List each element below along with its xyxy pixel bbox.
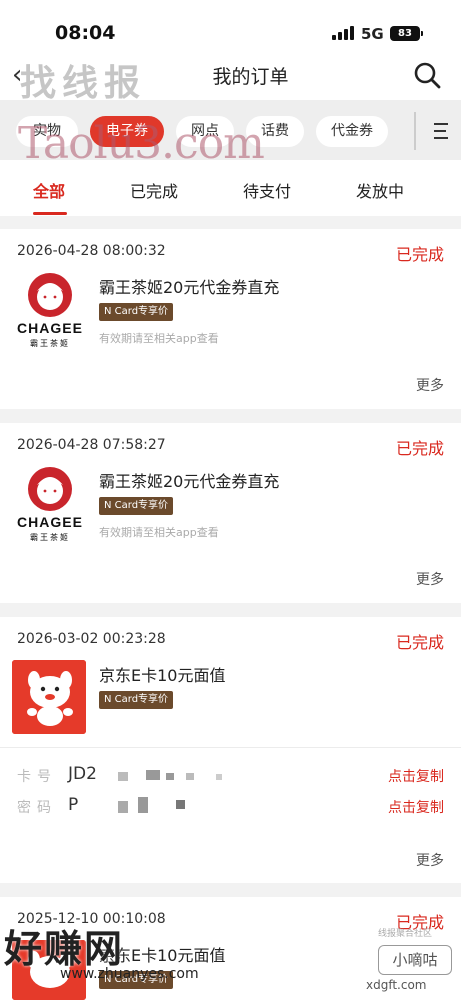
card-number-label: 卡号 bbox=[17, 769, 57, 785]
chagee-cn: 霸王茶姬 bbox=[30, 338, 70, 348]
redacted-block bbox=[186, 773, 194, 780]
nav-bar: 找线报 ‹ 我的订单 bbox=[0, 50, 461, 104]
page-title: 我的订单 bbox=[212, 66, 289, 88]
product-title: 霸王茶姬20元代金券直充 bbox=[99, 472, 280, 491]
price-badge: N Card专享价 bbox=[99, 497, 174, 515]
watermark-bottom-right-url: xdgft.com bbox=[366, 978, 427, 992]
tab-all[interactable]: 全部 bbox=[33, 178, 65, 202]
password-label: 密码 bbox=[17, 800, 57, 816]
order-status: 已完成 bbox=[395, 245, 444, 264]
chip-voucher[interactable]: 代金券 bbox=[316, 116, 388, 147]
chagee-wordmark: CHAGEE bbox=[17, 514, 83, 530]
copy-card-number-button[interactable]: 点击复制 bbox=[388, 766, 444, 786]
battery-icon: 83 bbox=[390, 26, 420, 41]
watermark-bottom-right-top: 线报聚合社区 bbox=[378, 929, 433, 939]
order-status: 已完成 bbox=[395, 633, 444, 652]
password-value: P bbox=[68, 795, 79, 815]
chagee-logo: CHAGEE 霸王茶姬 bbox=[17, 467, 83, 542]
redacted-block bbox=[118, 801, 128, 813]
more-link[interactable]: 更多 bbox=[416, 569, 444, 589]
chagee-cn: 霸王茶姬 bbox=[30, 532, 70, 542]
watermark-bottom-left-url: www.zhuanyes.com bbox=[60, 966, 199, 982]
tab-underline bbox=[33, 212, 67, 215]
product-title: 霸王茶姬20元代金券直充 bbox=[99, 278, 280, 297]
divider bbox=[0, 747, 461, 748]
redacted-block bbox=[176, 800, 185, 809]
status-time: 08:04 bbox=[55, 22, 116, 44]
more-link[interactable]: 更多 bbox=[416, 375, 444, 395]
watermark-bottom-right: 小嘀咕 bbox=[378, 945, 452, 975]
price-badge: N Card专享价 bbox=[99, 303, 174, 321]
redacted-block bbox=[216, 774, 222, 780]
order-card[interactable]: 2026-04-28 08:00:32 已完成 CHAGEE 霸王茶姬 霸王茶姬… bbox=[0, 229, 461, 409]
network-type: 5G bbox=[361, 25, 384, 43]
redacted-block bbox=[118, 772, 128, 781]
validity-note: 有效期请至相关app查看 bbox=[99, 526, 219, 539]
card-number-value: JD2 bbox=[68, 764, 97, 784]
menu-icon[interactable] bbox=[428, 122, 450, 140]
tab-pending-payment[interactable]: 待支付 bbox=[243, 178, 291, 202]
order-datetime: 2026-04-28 07:58:27 bbox=[17, 437, 166, 453]
order-card[interactable]: 2026-03-02 00:23:28 已完成 京东E卡10元面值 N Card… bbox=[0, 617, 461, 883]
signal-icon bbox=[332, 26, 354, 40]
order-datetime: 2026-04-28 08:00:32 bbox=[17, 243, 166, 259]
redacted-block bbox=[138, 797, 148, 813]
chip-divider bbox=[414, 112, 416, 150]
tab-issuing[interactable]: 发放中 bbox=[356, 178, 404, 202]
order-card[interactable]: 2026-04-28 07:58:27 已完成 CHAGEE 霸王茶姬 霸王茶姬… bbox=[0, 423, 461, 603]
copy-password-button[interactable]: 点击复制 bbox=[388, 797, 444, 817]
order-tabs: 全部 已完成 待支付 发放中 bbox=[0, 160, 461, 216]
chagee-logo: CHAGEE 霸王茶姬 bbox=[17, 273, 83, 348]
status-bar: 08:04 5G 83 bbox=[0, 0, 461, 50]
chagee-wordmark: CHAGEE bbox=[17, 320, 83, 336]
validity-note: 有效期请至相关app查看 bbox=[99, 332, 219, 345]
order-status: 已完成 bbox=[395, 439, 444, 458]
battery-cap bbox=[421, 31, 423, 36]
redacted-block bbox=[146, 770, 160, 780]
search-icon[interactable] bbox=[412, 60, 442, 90]
order-datetime: 2026-03-02 00:23:28 bbox=[17, 631, 166, 647]
more-link[interactable]: 更多 bbox=[416, 850, 444, 870]
price-badge: N Card专享价 bbox=[99, 691, 174, 709]
jd-logo bbox=[12, 660, 86, 734]
watermark-bottom-left: 好赚网 bbox=[4, 927, 125, 971]
redacted-block bbox=[166, 773, 174, 780]
product-title: 京东E卡10元面值 bbox=[99, 666, 226, 685]
tab-completed[interactable]: 已完成 bbox=[130, 178, 178, 202]
